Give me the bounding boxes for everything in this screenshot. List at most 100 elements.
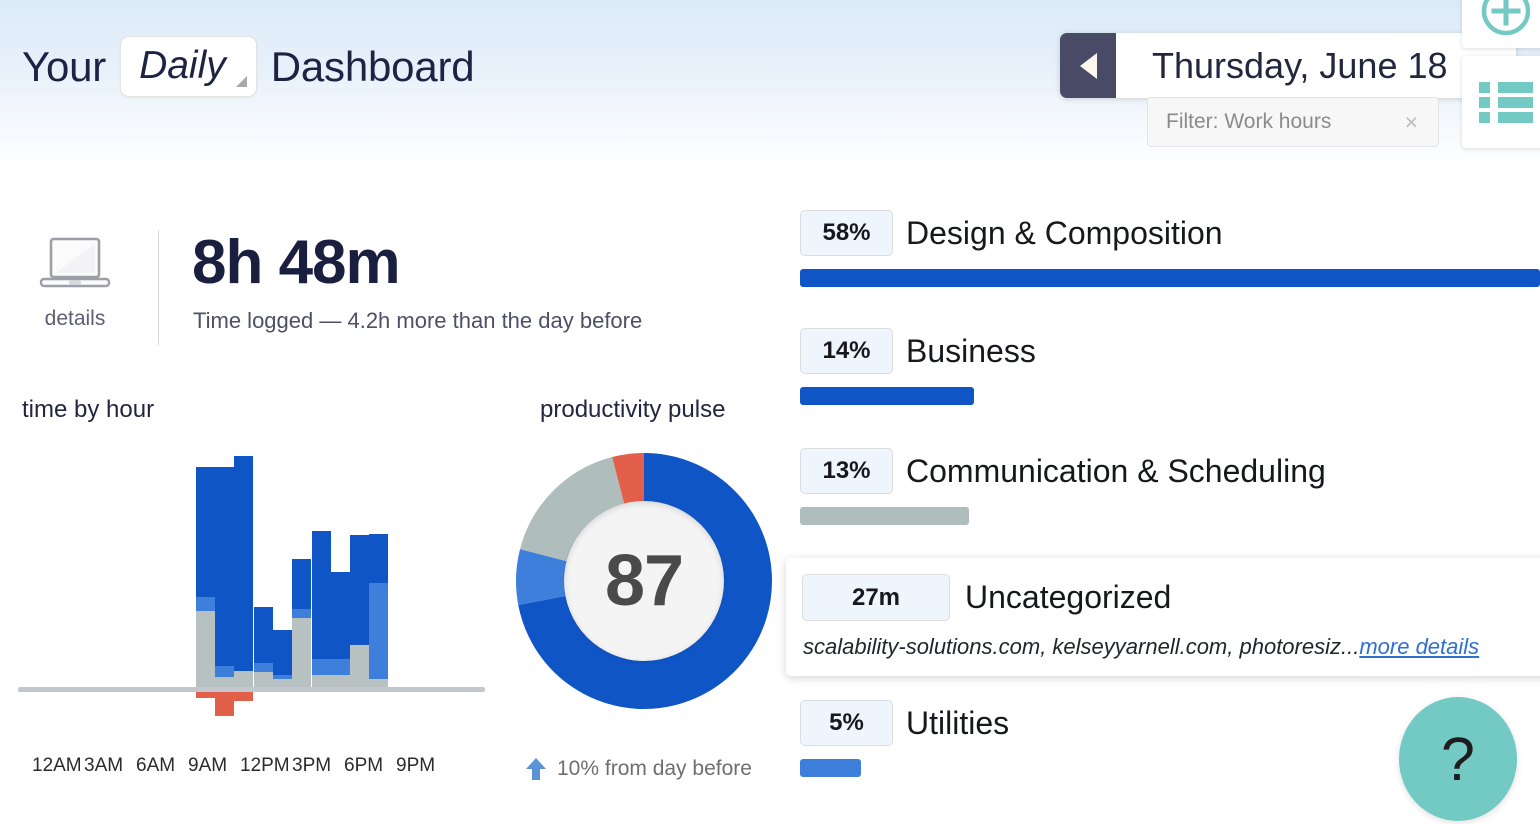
seg-light bbox=[369, 583, 389, 679]
category-bar-track bbox=[800, 507, 1540, 525]
category-header: 58% Design & Composition bbox=[800, 210, 1540, 256]
details-label: details bbox=[44, 307, 106, 330]
seg-blue bbox=[234, 456, 254, 671]
time-by-hour-chart[interactable] bbox=[18, 430, 488, 720]
seg-blue bbox=[350, 535, 370, 645]
close-icon[interactable]: × bbox=[1405, 110, 1418, 134]
bar-1PM[interactable] bbox=[272, 630, 292, 687]
question-mark-icon: ? bbox=[1441, 724, 1475, 793]
x-tick-3AM: 3AM bbox=[84, 755, 124, 776]
uncategorized-header: 27m Uncategorized bbox=[802, 574, 1171, 621]
previous-day-button[interactable] bbox=[1060, 33, 1116, 98]
negative-bar-9AM[interactable] bbox=[195, 692, 215, 698]
x-tick-9AM: 9AM bbox=[188, 755, 228, 776]
bar-11AM[interactable] bbox=[234, 456, 254, 687]
bar-5PM[interactable] bbox=[350, 535, 370, 687]
seg-light bbox=[253, 663, 273, 672]
donut-slice-distracting[interactable] bbox=[612, 453, 645, 512]
total-time-value: 8h 48m bbox=[192, 228, 401, 297]
seg-gray bbox=[195, 611, 215, 687]
uncategorized-card[interactable]: 27m Uncategorized scalability-solutions.… bbox=[786, 558, 1540, 676]
category-bar-fill bbox=[800, 269, 1540, 287]
donut-slice-productive[interactable] bbox=[516, 549, 575, 605]
x-tick-9PM: 9PM bbox=[396, 755, 436, 776]
uncategorized-sites-text: scalability-solutions.com, kelseyyarnell… bbox=[803, 634, 1360, 659]
help-button[interactable]: ? bbox=[1399, 697, 1517, 821]
total-time-subtitle: Time logged — 4.2h more than the day bef… bbox=[193, 308, 643, 333]
more-details-link[interactable]: more details bbox=[1359, 634, 1479, 659]
category-badge: 5% bbox=[800, 700, 893, 746]
category-bar-fill bbox=[800, 387, 974, 405]
details-button[interactable]: details bbox=[30, 235, 120, 331]
date-label: Thursday, June 18 bbox=[1152, 44, 1448, 86]
add-button-panel[interactable] bbox=[1462, 0, 1540, 48]
date-dropdown[interactable]: Thursday, June 18 bbox=[1116, 33, 1516, 98]
x-tick-3PM: 3PM bbox=[292, 755, 332, 776]
summary-block: details 8h 48m Time logged — 4.2h more t… bbox=[0, 195, 780, 365]
plus-circle-icon bbox=[1481, 0, 1531, 36]
seg-light bbox=[215, 666, 234, 677]
title-suffix: Dashboard bbox=[270, 42, 475, 90]
pulse-score: 87 bbox=[604, 541, 684, 621]
bar-4PM[interactable] bbox=[330, 572, 350, 687]
bar-3PM[interactable] bbox=[311, 531, 331, 687]
category-header: 13% Communication & Scheduling bbox=[800, 448, 1540, 494]
seg-gray bbox=[215, 677, 234, 687]
category-header: 14% Business bbox=[800, 328, 1540, 374]
x-tick-6AM: 6AM bbox=[136, 755, 176, 776]
seg-gray bbox=[292, 618, 312, 687]
bar-6PM[interactable] bbox=[369, 534, 389, 687]
period-dropdown[interactable]: Daily bbox=[120, 36, 257, 97]
category-name: Design & Composition bbox=[906, 214, 1223, 251]
uncategorized-sites: scalability-solutions.com, kelseyyarnell… bbox=[803, 634, 1479, 660]
list-button-panel[interactable] bbox=[1462, 56, 1540, 148]
seg-blue bbox=[311, 531, 331, 659]
negative-bar-10AM[interactable] bbox=[215, 692, 234, 716]
seg-gray bbox=[350, 645, 370, 687]
filter-chip[interactable]: Filter: Work hours × bbox=[1147, 97, 1439, 147]
category-row[interactable]: 14% Business bbox=[800, 328, 1540, 405]
donut-center: 87 bbox=[564, 501, 724, 661]
bar-2PM[interactable] bbox=[292, 559, 312, 687]
filter-label: Filter: Work hours bbox=[1166, 110, 1332, 133]
seg-blue bbox=[195, 467, 215, 597]
x-tick-12AM: 12AM bbox=[32, 755, 82, 776]
date-navigator: Thursday, June 18 bbox=[1060, 33, 1516, 98]
category-badge: 58% bbox=[800, 210, 893, 256]
period-dropdown-value: Daily bbox=[139, 44, 226, 87]
x-tick-12PM: 12PM bbox=[240, 755, 290, 776]
seg-gray bbox=[272, 679, 292, 687]
category-bar-fill bbox=[800, 759, 861, 777]
x-tick-6PM: 6PM bbox=[344, 755, 384, 776]
page-title: Your Daily Dashboard bbox=[22, 36, 475, 97]
seg-blue bbox=[330, 572, 350, 659]
pulse-delta-text: 10% from day before bbox=[557, 757, 752, 780]
bar-12PM[interactable] bbox=[253, 607, 273, 687]
bar-10AM[interactable] bbox=[215, 467, 234, 687]
chevron-left-icon bbox=[1079, 52, 1097, 79]
seg-light bbox=[311, 659, 331, 675]
category-name: Business bbox=[906, 332, 1036, 369]
divider bbox=[158, 230, 159, 345]
seg-blue bbox=[272, 630, 292, 675]
seg-blue bbox=[369, 534, 389, 583]
chevron-down-icon bbox=[235, 76, 247, 87]
productivity-donut-chart[interactable]: 87 bbox=[515, 452, 773, 710]
bullet-list-icon bbox=[1479, 82, 1533, 123]
category-name: Utilities bbox=[906, 704, 1010, 741]
dashboard-root: Your Daily Dashboard Thursday, June 18 F… bbox=[0, 0, 1540, 824]
negative-bar-11AM[interactable] bbox=[234, 692, 254, 701]
category-badge: 14% bbox=[800, 328, 893, 374]
seg-gray bbox=[311, 675, 331, 687]
uncategorized-badge: 27m bbox=[802, 574, 950, 621]
seg-gray bbox=[234, 671, 254, 687]
page-header: Your Daily Dashboard Thursday, June 18 F… bbox=[0, 0, 1540, 170]
seg-gray bbox=[253, 672, 273, 687]
uncategorized-name: Uncategorized bbox=[965, 579, 1172, 615]
category-name: Communication & Scheduling bbox=[906, 452, 1326, 489]
seg-blue bbox=[215, 467, 234, 666]
category-row[interactable]: 13% Communication & Scheduling bbox=[800, 448, 1540, 525]
productivity-pulse-title: productivity pulse bbox=[540, 396, 726, 423]
bar-9AM[interactable] bbox=[195, 467, 215, 687]
category-row[interactable]: 58% Design & Composition bbox=[800, 210, 1540, 287]
